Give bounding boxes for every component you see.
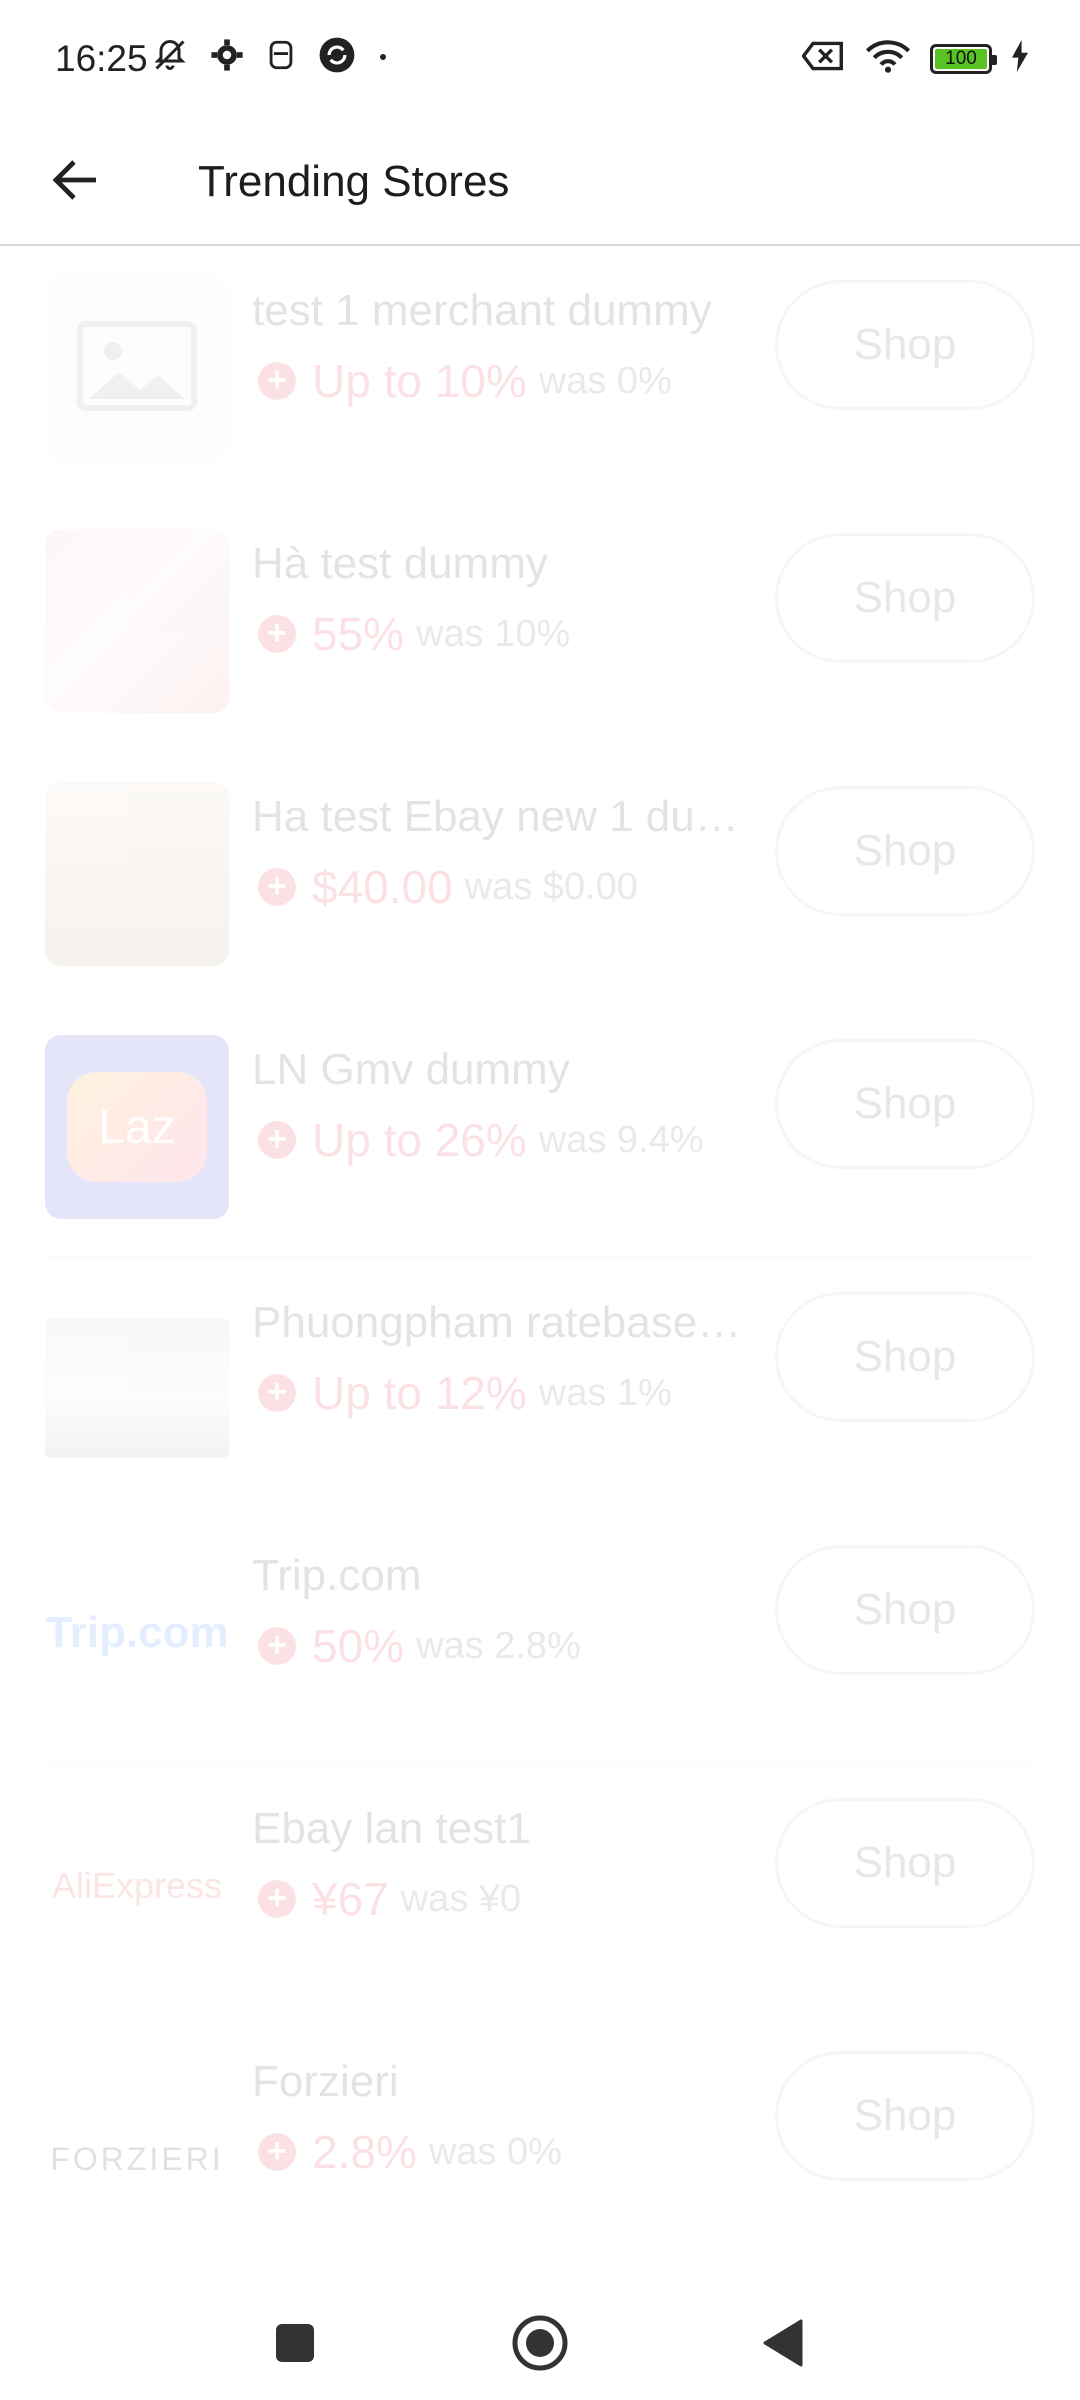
recents-button[interactable] [260,2310,330,2380]
settings-gear-icon [210,38,244,77]
plus-circle-icon: + [258,2133,296,2171]
cashback-rate: $40.00 [312,861,453,913]
cashback-info: + 50% was 2.8% [258,1619,581,1673]
store-name: Phuongpham ratebase dummy [252,1298,747,1347]
cashback-rate: Up to 10% [312,355,527,407]
cashback-info: + 2.8% was 0% [258,2125,562,2179]
previous-rate: was 1% [538,1371,672,1414]
previous-rate: was $0.00 [464,865,638,908]
previous-rate: was 2.8% [416,1624,581,1667]
cashback-rate: ¥67 [312,1873,389,1925]
forzieri-logo: FORZIERI [50,2140,224,2177]
no-sim-icon [801,40,846,77]
previous-rate: was 0% [428,2130,562,2173]
cashback-rate: 50% [312,1620,405,1672]
previous-rate: was 0% [538,359,672,402]
store-logo: Laz [45,1035,229,1219]
status-system-icons: 100 [801,38,1030,79]
plus-circle-icon: + [258,868,296,906]
cashback-rate: 55% [312,608,405,660]
store-logo: Trip.com [45,1541,229,1725]
wifi-icon [864,38,912,79]
store-name: test 1 merchant dummy [252,286,712,335]
plus-circle-icon: + [258,1121,296,1159]
system-navigation-bar [0,2280,1080,2400]
store-name: Ha test Ebay new 1 dummy [252,792,747,841]
cashback-rate: Up to 12% [312,1367,527,1419]
status-time: 16:25 [55,38,148,79]
store-row[interactable]: AliExpress Ebay lan test1 + ¥67 was ¥0 S… [0,1764,1080,2017]
store-row[interactable]: Ha test Ebay new 1 dummy + $40.00 was $0… [0,752,1080,1005]
shop-button[interactable]: Shop [775,1545,1035,1675]
store-row[interactable]: Trip.com Trip.com + 50% was 2.8% Shop [0,1511,1080,1764]
charging-bolt-icon [1010,40,1030,77]
cashback-info: + 55% was 10% [258,607,570,661]
cashback-info: + Up to 12% was 1% [258,1366,672,1420]
sync-app-icon [318,36,356,79]
store-row[interactable]: Hà test dummy + 55% was 10% Shop [0,499,1080,752]
store-list: test 1 merchant dummy + Up to 10% was 0%… [0,246,1080,2270]
battery-text: 100 [945,47,977,69]
cashback-info: + Up to 26% was 9.4% [258,1113,704,1167]
store-logo: FORZIERI [45,2067,229,2251]
image-placeholder-icon [77,320,197,416]
previous-rate: was 10% [416,612,571,655]
shop-button[interactable]: Shop [775,1039,1035,1169]
square-recents-icon [273,2321,317,2370]
app-bar: Trending Stores [0,120,1080,246]
trip-com-logo: Trip.com [45,1608,229,1657]
store-logo [45,782,229,966]
store-row[interactable]: FORZIERI Forzieri + 2.8% was 0% Shop [0,2017,1080,2270]
store-row[interactable]: Laz LN Gmv dummy + Up to 26% was 9.4% Sh… [0,1005,1080,1258]
muted-bell-icon [152,36,188,79]
more-dot-icon [378,49,388,67]
cashback-rate: Up to 26% [312,1114,527,1166]
plus-circle-icon: + [258,1374,296,1412]
store-name: Forzieri [252,2057,399,2106]
shop-button[interactable]: Shop [775,533,1035,663]
status-bar: 16:25 100 [0,0,1080,120]
store-logo: AliExpress [45,1794,229,1978]
previous-rate: was 9.4% [538,1118,704,1161]
circle-home-icon [510,2313,570,2378]
store-name: Trip.com [252,1551,422,1600]
store-row[interactable]: test 1 merchant dummy + Up to 10% was 0%… [0,246,1080,499]
store-name: Hà test dummy [252,539,548,588]
back-nav-button[interactable] [748,2310,818,2380]
store-logo [45,529,229,713]
store-logo [45,276,229,460]
plus-circle-icon: + [258,1880,296,1918]
battery-icon: 100 [930,43,997,74]
aliexpress-logo: AliExpress [51,1865,223,1906]
previous-rate: was ¥0 [400,1877,522,1920]
plus-circle-icon: + [258,615,296,653]
cashback-info: + Up to 10% was 0% [258,354,672,408]
shop-button[interactable]: Shop [775,786,1035,916]
status-notification-icons [152,36,388,79]
shop-button[interactable]: Shop [775,1798,1035,1928]
lazada-heart-logo: Laz [67,1072,207,1182]
home-button[interactable] [505,2310,575,2380]
page-title: Trending Stores [198,157,510,206]
arrow-left-icon [52,158,100,207]
store-logo [45,1318,229,1458]
triangle-back-icon [761,2318,805,2373]
cashback-info: + $40.00 was $0.00 [258,860,638,914]
cashback-info: + ¥67 was ¥0 [258,1872,521,1926]
plus-circle-icon: + [258,1627,296,1665]
shop-button[interactable]: Shop [775,280,1035,410]
back-button[interactable] [40,146,112,218]
app-notification-icon [266,38,296,77]
shop-button[interactable]: Shop [775,2051,1035,2181]
cashback-rate: 2.8% [312,2126,417,2178]
plus-circle-icon: + [258,362,296,400]
shop-button[interactable]: Shop [775,1292,1035,1422]
store-name: LN Gmv dummy [252,1045,570,1094]
store-row[interactable]: Phuongpham ratebase dummy + Up to 12% wa… [0,1258,1080,1511]
store-name: Ebay lan test1 [252,1804,531,1853]
